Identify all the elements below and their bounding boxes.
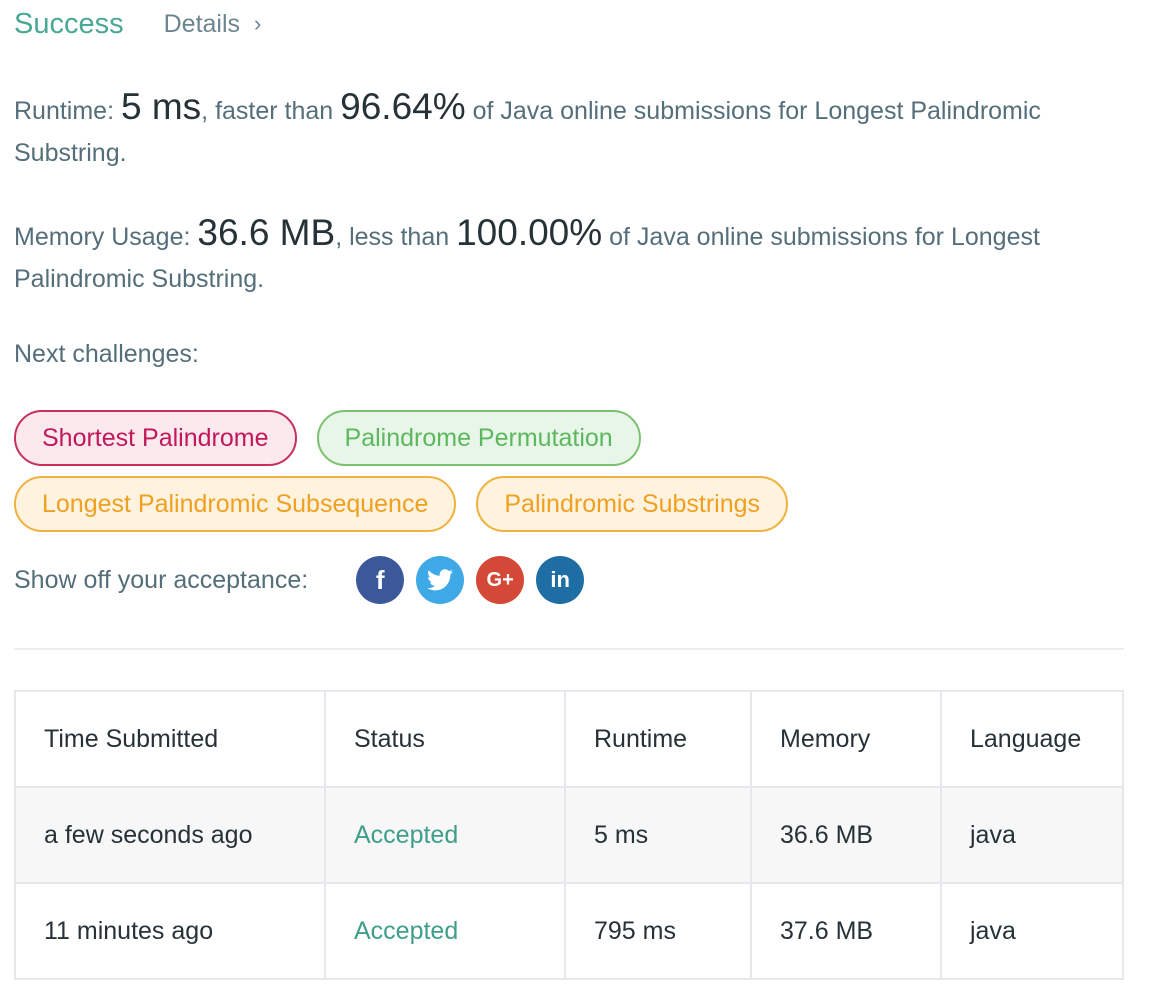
runtime-percent: 96.64% [340, 86, 466, 127]
cell-language: java [940, 786, 1124, 884]
cell-memory: 37.6 MB [750, 882, 942, 980]
next-challenges-list: Shortest Palindrome Palindrome Permutati… [14, 410, 1114, 542]
table-header-row: Time Submitted Status Runtime Memory Lan… [14, 690, 1124, 788]
col-header-time-submitted: Time Submitted [14, 690, 326, 788]
cell-status-link[interactable]: Accepted [324, 786, 566, 884]
details-label: Details [163, 9, 241, 38]
col-header-language: Language [940, 690, 1124, 788]
cell-memory: 36.6 MB [750, 786, 942, 884]
runtime-value: 5 ms [120, 86, 202, 127]
memory-label: Memory Usage: [14, 223, 198, 251]
cell-status-link[interactable]: Accepted [324, 882, 566, 980]
col-header-memory: Memory [750, 690, 942, 788]
memory-mid: , less than [335, 223, 457, 251]
cell-time-submitted: a few seconds ago [14, 786, 326, 884]
share-label: Show off your acceptance: [14, 565, 309, 594]
details-link[interactable]: Details › [164, 10, 262, 39]
section-divider [14, 648, 1124, 650]
challenge-tag-shortest-palindrome[interactable]: Shortest Palindrome [14, 410, 297, 466]
next-challenges-label: Next challenges: [14, 340, 199, 368]
runtime-stat: Runtime: 5 ms, faster than 96.64% of Jav… [14, 86, 1114, 174]
challenge-tag-longest-palindromic-subsequence[interactable]: Longest Palindromic Subsequence [14, 476, 457, 532]
challenge-tag-palindromic-substrings[interactable]: Palindromic Substrings [476, 476, 789, 532]
share-row: Show off your acceptance: f G+ in [14, 556, 596, 604]
google-plus-icon[interactable]: G+ [476, 556, 525, 604]
result-status: Success [14, 7, 124, 40]
cell-runtime: 795 ms [564, 882, 752, 980]
memory-percent: 100.00% [456, 212, 603, 253]
runtime-mid: , faster than [201, 97, 341, 125]
challenge-tag-palindrome-permutation[interactable]: Palindrome Permutation [316, 410, 641, 466]
col-header-status: Status [324, 690, 566, 788]
chevron-right-icon: › [254, 11, 262, 36]
memory-stat: Memory Usage: 36.6 MB, less than 100.00%… [14, 212, 1114, 300]
twitter-icon[interactable] [416, 556, 465, 604]
linkedin-icon[interactable]: in [536, 556, 585, 604]
table-row: 11 minutes ago Accepted 795 ms 37.6 MB j… [14, 882, 1124, 980]
cell-time-submitted: 11 minutes ago [14, 882, 326, 980]
runtime-label: Runtime: [14, 97, 121, 125]
col-header-runtime: Runtime [564, 690, 752, 788]
submissions-table: Time Submitted Status Runtime Memory Lan… [14, 690, 1124, 980]
memory-value: 36.6 MB [197, 212, 336, 253]
twitter-bird-glyph [427, 569, 454, 591]
cell-language: java [940, 882, 1124, 980]
cell-runtime: 5 ms [564, 786, 752, 884]
result-header: Success Details › [14, 4, 261, 44]
submission-result-page: Success Details › Runtime: 5 ms, faster … [0, 0, 1158, 994]
facebook-icon[interactable]: f [356, 556, 405, 604]
table-row: a few seconds ago Accepted 5 ms 36.6 MB … [14, 786, 1124, 884]
